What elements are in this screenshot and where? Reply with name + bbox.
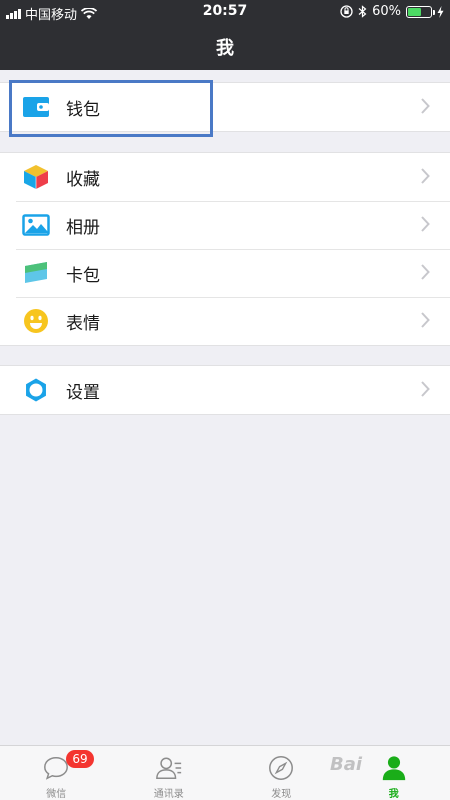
orientation-lock-icon [340, 5, 353, 18]
menu-item-settings[interactable]: 设置 [0, 366, 450, 414]
menu-item-album[interactable]: 相册 [0, 201, 450, 249]
page-title: 我 [216, 38, 234, 59]
tab-discover[interactable]: 发现 [225, 746, 338, 800]
menu-item-label: 设置 [66, 382, 100, 403]
menu-item-label: 卡包 [66, 265, 100, 286]
tab-label: 微信 [46, 789, 67, 800]
wallet-highlight-box [9, 80, 213, 137]
tab-chats[interactable]: 微信 69 [0, 746, 113, 800]
charging-icon [437, 5, 444, 18]
tab-contacts[interactable]: 通讯录 [113, 746, 226, 800]
menu-item-label: 收藏 [66, 169, 100, 190]
photo-icon [22, 211, 50, 239]
chevron-right-icon [421, 168, 430, 184]
features-group: 收藏 相册 卡包 表情 [0, 152, 450, 346]
menu-item-cards[interactable]: 卡包 [0, 249, 450, 297]
battery-percent: 60% [372, 4, 401, 19]
unread-badge: 69 [66, 750, 94, 768]
battery-icon [406, 5, 435, 18]
watermark: Bai [330, 754, 363, 775]
chevron-right-icon [421, 216, 430, 232]
contacts-icon [155, 757, 181, 780]
menu-item-favorites[interactable]: 收藏 [0, 153, 450, 201]
menu-item-label: 表情 [66, 313, 100, 334]
menu-item-label: 相册 [66, 217, 100, 238]
settings-group: 设置 [0, 365, 450, 415]
bluetooth-icon [358, 5, 367, 18]
person-icon [382, 756, 405, 781]
cube-icon [22, 163, 50, 191]
card-icon [22, 259, 50, 287]
smiley-icon [22, 307, 50, 335]
tab-label: 发现 [271, 789, 292, 800]
menu-item-stickers[interactable]: 表情 [0, 297, 450, 345]
tab-label: 通讯录 [153, 789, 184, 800]
gear-icon [22, 376, 50, 404]
navigation-bar: 中国移动 20:57 60% 我 [0, 0, 450, 70]
chevron-right-icon [421, 98, 430, 114]
status-bar: 中国移动 20:57 60% [0, 0, 450, 24]
tab-label: 我 [388, 789, 399, 800]
chevron-right-icon [421, 264, 430, 280]
chevron-right-icon [421, 312, 430, 328]
chevron-right-icon [421, 381, 430, 397]
compass-icon [269, 756, 294, 780]
tab-bar: 微信 69 通讯录 发现 我 [0, 745, 450, 800]
